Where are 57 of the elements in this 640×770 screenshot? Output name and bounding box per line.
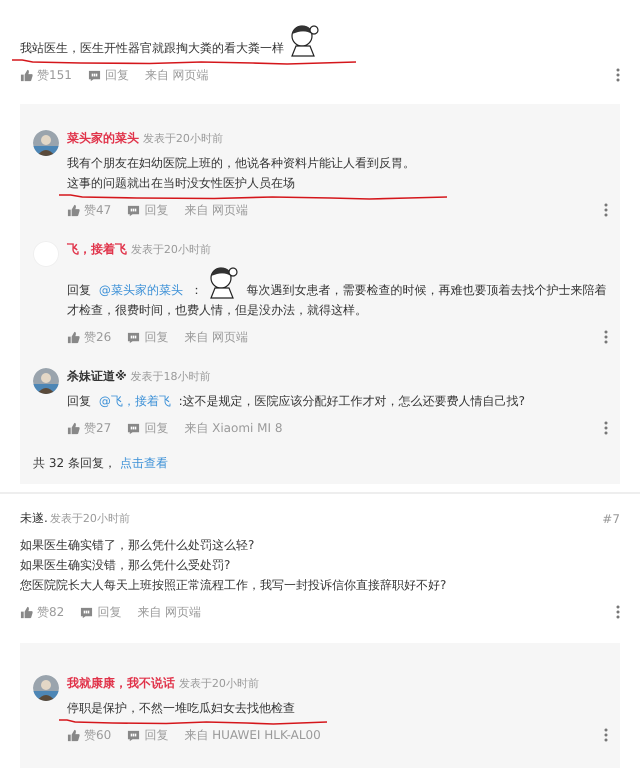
user-name[interactable]: 杀妹证道※ (67, 369, 127, 383)
reply-button[interactable]: 回复 (127, 202, 168, 218)
thumbs-up-icon (20, 68, 33, 82)
like-button[interactable]: 赞82 (20, 604, 64, 620)
post-time: 发表于20小时前 (50, 511, 130, 526)
comment-text: 停职是保护，不然一堆吃瓜妇女去找他检查 (67, 700, 295, 717)
reply-button[interactable]: 回复 (127, 726, 168, 744)
source-label: 来自 Xiaomi MI 8 (184, 420, 283, 436)
comment-text: 回复 @飞，接着飞 :这不是规定，医院应该分配好工作才对，怎么还要费人情自己找? (67, 393, 526, 410)
more-icon[interactable] (604, 421, 608, 435)
view-all-link[interactable]: 点击查看 (120, 456, 168, 470)
reply-button[interactable]: 回复 (127, 328, 168, 346)
comment-text: 回复 @菜头家的菜头 ： 每次遇到女患者，需要检查的时候，再难也要顶着去找个护士来陪着才检查，很费时间，也费人情，但是没办法，就得这样。 (67, 264, 608, 320)
post-time: 发表于18小时前 (130, 370, 210, 383)
more-icon[interactable] (616, 68, 620, 82)
thumbs-up-icon (20, 606, 33, 618)
comment-text: 我站医生，医生开性器官就跟掏大粪的看大粪一样 (20, 22, 324, 58)
comment-text: 如果医生确实错了，那么凭什么处罚这么轻? 如果医生确实没错，那么凭什么受处罚? 您医院院长大人每天上班按照正常流程工作，我写一封投诉信你直接辞职好不好? (20, 537, 446, 594)
reply-count: 共 32 条回复， (33, 456, 116, 470)
source-label: 来自 网页端 (137, 604, 202, 620)
user-name[interactable]: 未遂. (20, 510, 48, 527)
more-icon[interactable] (616, 605, 620, 619)
user-name[interactable]: 菜头家的菜头 (67, 131, 139, 145)
speech-bubble-icon (127, 422, 140, 434)
post-time: 发表于20小时前 (130, 243, 211, 256)
like-button[interactable]: 赞151 (20, 66, 72, 84)
thumbs-up-icon (67, 422, 80, 434)
thumbs-up-icon (67, 204, 80, 216)
more-icon[interactable] (604, 728, 608, 742)
user-name[interactable]: 我就康康，我不说话 (67, 676, 175, 690)
reply-button[interactable]: 回复 (80, 604, 122, 620)
reply-button[interactable]: 回复 (127, 420, 168, 436)
like-button[interactable]: 赞26 (67, 328, 112, 346)
speech-bubble-icon (80, 606, 94, 618)
floor-number: #7 (602, 512, 620, 526)
mention-link[interactable]: @菜头家的菜头 (98, 283, 183, 297)
more-icon[interactable] (604, 330, 608, 344)
speech-bubble-icon (127, 204, 140, 216)
source-label: 来自 网页端 (184, 202, 248, 218)
thumbs-up-icon (67, 330, 80, 344)
like-button[interactable]: 赞27 (67, 420, 112, 436)
source-label: 来自 HUAWEI HLK-AL00 (184, 726, 321, 744)
thumbs-up-icon (67, 728, 80, 742)
user-name[interactable]: 飞，接着飞 (67, 242, 127, 256)
post-time: 发表于20小时前 (142, 132, 223, 145)
more-icon[interactable] (604, 203, 608, 217)
speech-bubble-icon (127, 330, 140, 344)
like-button[interactable]: 赞60 (67, 726, 112, 744)
mention-link[interactable]: @飞，接着飞 (98, 394, 171, 408)
source-label: 来自 网页端 (144, 66, 209, 84)
reply-button[interactable]: 回复 (88, 66, 129, 84)
comment-text: 我有个朋友在妇幼医院上班的，他说各种资料片能让人看到反胃。 这事的问题就出在当时没女性医护人员在场 (67, 155, 415, 192)
post-time: 发表于20小时前 (178, 677, 259, 690)
source-label: 来自 网页端 (184, 328, 248, 346)
speech-bubble-icon (88, 68, 101, 82)
like-button[interactable]: 赞47 (67, 202, 112, 218)
speech-bubble-icon (127, 728, 140, 742)
